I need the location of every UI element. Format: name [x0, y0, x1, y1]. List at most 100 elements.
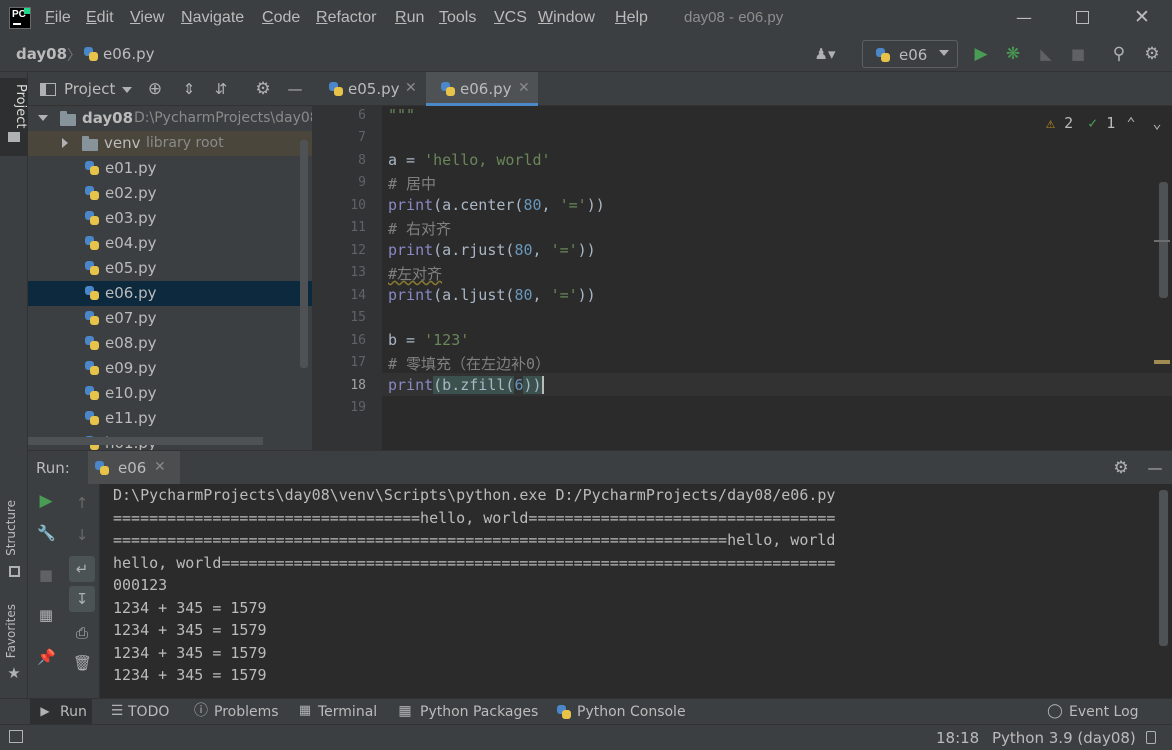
hide-panel-icon[interactable]: — — [286, 80, 304, 98]
print-icon[interactable]: ⎙ — [73, 624, 91, 642]
code-line-8: a = 'hello, world' — [388, 151, 551, 169]
wrench-icon[interactable]: 🔧 — [37, 524, 56, 542]
tree-item-file[interactable]: e09.py — [28, 356, 312, 381]
tree-item-file[interactable]: e05.py — [28, 256, 312, 281]
close-tab-icon[interactable]: ✕ — [405, 80, 417, 96]
python-file-icon — [84, 310, 100, 326]
pin-icon[interactable]: 📌 — [37, 648, 56, 666]
bottom-tab-event-log[interactable]: ◯ Event Log — [1046, 699, 1146, 725]
chevron-down-icon[interactable] — [122, 87, 132, 93]
panel-settings-gear-icon[interactable]: ⚙ — [254, 80, 272, 98]
python-interpreter[interactable]: Python 3.9 (day08) — [992, 729, 1136, 747]
minimize-icon[interactable]: — — [1014, 8, 1034, 28]
tree-item-file[interactable]: e03.py — [28, 206, 312, 231]
chevron-down-icon[interactable]: ⌄ — [1148, 114, 1166, 132]
chevron-down-icon[interactable] — [38, 115, 48, 121]
locate-target-icon[interactable]: ⊕ — [146, 80, 164, 98]
menu-help[interactable]: Help — [615, 9, 648, 27]
close-window-icon[interactable]: ✕ — [1132, 6, 1152, 28]
hide-panel-icon[interactable]: — — [1146, 459, 1164, 477]
bottom-tab-python-console[interactable]: Python Console — [554, 699, 686, 725]
expand-all-icon[interactable]: ⇕ — [180, 80, 198, 98]
run-tab-label: e06 — [118, 459, 147, 477]
line-number: 8 — [358, 153, 366, 168]
run-tab-e06[interactable]: e06 ✕ — [88, 451, 180, 485]
arrow-up-icon[interactable]: ↑ — [73, 494, 91, 512]
python-file-icon — [84, 260, 100, 276]
user-account-icon[interactable]: ♟▾ — [808, 45, 842, 63]
tree-item-file[interactable]: e04.py — [28, 231, 312, 256]
close-tab-icon[interactable]: ✕ — [518, 80, 530, 96]
menu-navigate[interactable]: Navigate — [181, 9, 244, 27]
tree-item-root[interactable]: day08 D:\PycharmProjects\day08 — [28, 106, 312, 131]
tree-item-file[interactable]: e01.py — [28, 156, 312, 181]
bottom-tab-problems[interactable]: ⓘ Problems — [192, 699, 284, 725]
rerun-icon[interactable]: ▶ — [37, 492, 55, 510]
tree-item-file[interactable]: e02.py — [28, 181, 312, 206]
run-icon[interactable]: ▶ — [972, 45, 990, 63]
breadcrumb-project[interactable]: day08 — [16, 45, 67, 63]
bottom-tab-run[interactable]: ▶ Run — [30, 699, 92, 725]
menu-code[interactable]: Code — [262, 9, 300, 27]
menu-refactor[interactable]: Refactor — [316, 9, 376, 27]
menu-edit[interactable]: Edit — [86, 9, 114, 27]
scroll-to-end-icon[interactable]: ↧ — [69, 586, 95, 612]
run-console-output[interactable]: D:\PycharmProjects\day08\venv\Scripts\py… — [100, 484, 1172, 698]
coverage-icon[interactable]: ◣ — [1037, 45, 1055, 63]
tool-windows-toggle-icon[interactable] — [9, 730, 23, 743]
tree-item-file[interactable]: e07.py — [28, 306, 312, 331]
maximize-icon[interactable] — [1072, 9, 1092, 29]
menu-run[interactable]: Run — [395, 9, 424, 27]
caret-position[interactable]: 18:18 — [936, 729, 979, 747]
tool-window-favorites-tab[interactable]: Favorites — [4, 604, 18, 658]
run-panel-label: Run: — [36, 459, 70, 477]
tool-window-structure-tab[interactable]: Structure — [4, 500, 18, 556]
run-settings-gear-icon[interactable]: ⚙ — [1112, 459, 1130, 477]
tree-item-file[interactable]: e10.py — [28, 381, 312, 406]
left-tool-stripe: Project Structure Favorites ★ — [0, 72, 28, 698]
tree-item-file[interactable]: e11.py — [28, 406, 312, 431]
bottom-tab-todo[interactable]: ☰ TODO — [106, 699, 178, 725]
menu-view[interactable]: View — [130, 9, 164, 27]
tree-item-file[interactable]: e08.py — [28, 331, 312, 356]
soft-wrap-icon[interactable]: ↵ — [69, 556, 95, 582]
bottom-tab-terminal[interactable]: ▦ Terminal — [296, 699, 380, 725]
tree-vertical-scrollbar[interactable] — [300, 140, 308, 368]
chevron-right-icon[interactable] — [62, 138, 68, 148]
tree-horizontal-scrollbar[interactable] — [28, 437, 263, 445]
menu-window[interactable]: Window — [538, 9, 595, 27]
chevron-up-icon[interactable]: ⌃ — [1122, 114, 1140, 132]
editor-tab-e06[interactable]: e06.py ✕ — [426, 72, 538, 106]
layout-icon[interactable]: ▦ — [37, 606, 55, 624]
tree-item-venv[interactable]: venv library root — [28, 131, 312, 156]
arrow-down-icon[interactable]: ↓ — [73, 526, 91, 544]
stop-icon[interactable]: ■ — [1069, 45, 1087, 63]
editor-tab-e05[interactable]: e05.py ✕ — [312, 72, 426, 106]
stop-icon[interactable]: ■ — [37, 566, 55, 584]
menu-file[interactable]: File — [45, 9, 71, 27]
project-tree: day08 D:\PycharmProjects\day08 venv libr… — [28, 106, 312, 450]
search-icon[interactable]: ⚲ — [1110, 45, 1128, 63]
project-panel-title[interactable]: Project — [64, 80, 115, 98]
console-vertical-scrollbar[interactable] — [1159, 490, 1168, 646]
title-bar: PC File Edit View Navigate Code Refactor… — [0, 0, 1172, 36]
trash-icon[interactable]: 🗑 — [73, 654, 92, 672]
debug-icon[interactable]: ❋ — [1004, 45, 1022, 63]
bottom-tab-python-packages[interactable]: ▦ Python Packages — [396, 699, 538, 725]
run-config-label: e06 — [899, 46, 928, 64]
collapse-all-icon[interactable]: ⇵ — [212, 80, 230, 98]
inspection-widget[interactable]: ⚠ 2 ✓ 1 — [1046, 114, 1115, 132]
breadcrumb-file[interactable]: e06.py — [103, 45, 154, 63]
pycharm-logo-icon[interactable]: PC — [9, 7, 31, 29]
tool-window-project-tab[interactable]: Project — [0, 78, 28, 156]
lock-icon[interactable] — [1146, 731, 1156, 744]
run-panel-header: Run: e06 ✕ ⚙ — — [28, 450, 1172, 485]
menu-tools[interactable]: Tools — [439, 9, 476, 27]
console-line: hello, world============================… — [113, 554, 836, 572]
close-tab-icon[interactable]: ✕ — [154, 459, 166, 475]
settings-gear-icon[interactable]: ⚙ — [1143, 45, 1161, 63]
run-configuration-selector[interactable]: e06 — [862, 40, 958, 68]
code-editor[interactable]: 6 7 8 9 10 11 12 13 14 15 16 17 18 19 ""… — [312, 106, 1172, 450]
tree-item-file-selected[interactable]: e06.py — [28, 281, 312, 306]
menu-vcs[interactable]: VCS — [494, 9, 527, 27]
